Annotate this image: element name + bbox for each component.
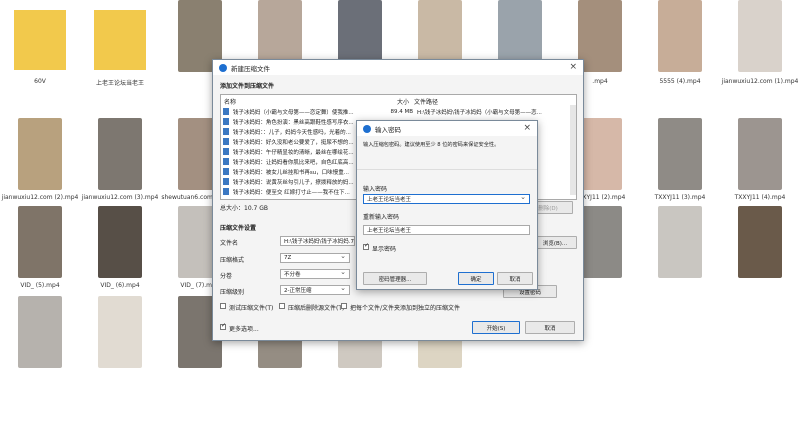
file-name: VID_ (5).mp4 <box>20 282 60 289</box>
video-thumbnail <box>738 206 782 278</box>
video-file-icon <box>223 128 229 135</box>
format-select[interactable]: 7Z <box>280 253 350 263</box>
video-thumbnail <box>658 118 702 190</box>
list-item-path: H:\钱子冰妈妈\钱子冰妈妈（小霸与文母第——恋... <box>416 109 542 116</box>
video-thumbnail <box>578 118 622 190</box>
dialog-title: 新建压缩文件 <box>231 64 270 73</box>
video-thumbnail <box>658 0 702 72</box>
video-file-icon <box>223 148 229 155</box>
file-name: VID_ (6).mp4 <box>100 282 140 289</box>
folder-icon <box>14 10 66 70</box>
dialog-titlebar[interactable]: 新建压缩文件 × <box>213 60 583 75</box>
file-name: 60V <box>34 78 46 85</box>
password-cancel-button[interactable]: 取消 <box>497 272 533 285</box>
video-file-icon <box>223 118 229 125</box>
ok-button[interactable]: 确定 <box>458 272 494 285</box>
folder-icon <box>94 10 146 70</box>
app-icon <box>363 124 371 133</box>
close-icon[interactable]: × <box>523 123 531 133</box>
total-size: 总大小：10.7 GB <box>220 205 269 212</box>
app-icon <box>219 63 227 72</box>
format-label: 压缩格式 <box>220 257 245 264</box>
video-thumbnail <box>98 206 142 278</box>
filename-label: 文件名 <box>220 240 239 247</box>
password-input[interactable]: 上老王论坛当老王 <box>363 194 530 204</box>
delete-source-checkbox[interactable] <box>279 303 285 309</box>
video-thumbnail <box>578 0 622 72</box>
file-name: jianwuxiu12.com (3).mp4 <box>81 194 159 201</box>
col-header-path[interactable]: 文件路径 <box>414 97 438 106</box>
close-icon[interactable]: × <box>569 62 577 72</box>
video-thumbnail <box>18 296 62 368</box>
file-name: jianwuxiu12.com (1).mp4 <box>721 78 799 85</box>
video-thumbnail <box>98 118 142 190</box>
confirm-password-input[interactable]: 上老王论坛当老王 <box>363 225 530 235</box>
file-name: 5555 (4).mp4 <box>659 78 701 85</box>
video-file-icon <box>223 158 229 165</box>
video-thumbnail <box>658 206 702 278</box>
list-scrollbar[interactable] <box>570 105 576 195</box>
settings-title: 压缩文件设置 <box>220 225 257 232</box>
split-select[interactable]: 不分卷 <box>280 269 350 279</box>
list-item[interactable]: 钱子冰妈妈（小霸与文母第——恋定舞）使我推... 89.4 MB H:\钱子冰妈妈\… <box>223 107 563 116</box>
separate-archives-checkbox[interactable] <box>341 303 347 309</box>
video-file-icon <box>223 178 229 185</box>
separate-archives-label: 把每个文件/文件夹添加到独立的压缩文件 <box>350 305 461 312</box>
video-thumbnail <box>18 118 62 190</box>
cancel-button[interactable]: 取消 <box>525 321 575 334</box>
test-archive-checkbox[interactable] <box>220 303 226 309</box>
test-archive-label: 测试压缩文件(T) <box>229 305 274 312</box>
list-item-size: 89.4 MB <box>390 108 413 115</box>
password-titlebar[interactable]: 输入密码 × <box>357 121 537 136</box>
video-thumbnail <box>738 0 782 72</box>
video-thumbnail <box>738 118 782 190</box>
delete-source-label: 压缩后删除源文件(T) <box>288 305 345 312</box>
file-name: TXXYJ11 (3).mp4 <box>654 194 706 201</box>
more-options-checkbox[interactable] <box>220 322 226 330</box>
video-file-icon <box>223 188 229 195</box>
section-add-title: 添加文件到压缩文件 <box>220 83 275 90</box>
video-thumbnail <box>18 206 62 278</box>
split-label: 分卷 <box>220 273 233 280</box>
video-thumbnail <box>578 206 622 278</box>
filename-input[interactable]: H:\钱子冰妈妈\钱子冰妈妈.7z <box>280 236 355 246</box>
password-manager-button[interactable]: 密码管理器... <box>363 272 427 285</box>
level-label: 压缩级别 <box>220 289 245 296</box>
col-header-name[interactable]: 名称 <box>224 97 236 106</box>
password-hint: 输入压缩包密码。建议使用至少 8 位的密码来保证安全性。 <box>363 142 500 148</box>
password-dialog-title: 输入密码 <box>375 125 401 134</box>
confirm-password-label: 重新输入密码 <box>363 214 400 221</box>
list-item-name: 钱子冰妈妈（小霸与文母第——恋定舞）使我推... <box>232 109 354 116</box>
file-name: 上老王论坛当老王 <box>95 80 144 87</box>
file-name: TXXYJ11 (4).mp4 <box>734 194 786 201</box>
level-select[interactable]: 2-正常压缩 <box>280 285 350 295</box>
video-thumbnail <box>98 296 142 368</box>
start-button[interactable]: 开始(S) <box>472 321 520 334</box>
password-dialog: 输入密码 × 输入压缩包密码。建议使用至少 8 位的密码来保证安全性。 输入密码… <box>356 120 538 290</box>
file-name: jianwuxiu12.com (2).mp4 <box>1 194 79 201</box>
show-password-label: 显示密码 <box>372 246 397 253</box>
browse-button[interactable]: 浏览(B)... <box>533 236 577 249</box>
show-password-checkbox[interactable] <box>363 242 369 250</box>
more-options-label[interactable]: 更多选项... <box>229 324 259 333</box>
video-file-icon <box>223 168 229 175</box>
video-file-icon <box>223 108 229 115</box>
password-label: 输入密码 <box>363 186 388 193</box>
col-header-size[interactable]: 大小 <box>397 97 409 106</box>
video-file-icon <box>223 138 229 145</box>
divider <box>357 169 537 170</box>
